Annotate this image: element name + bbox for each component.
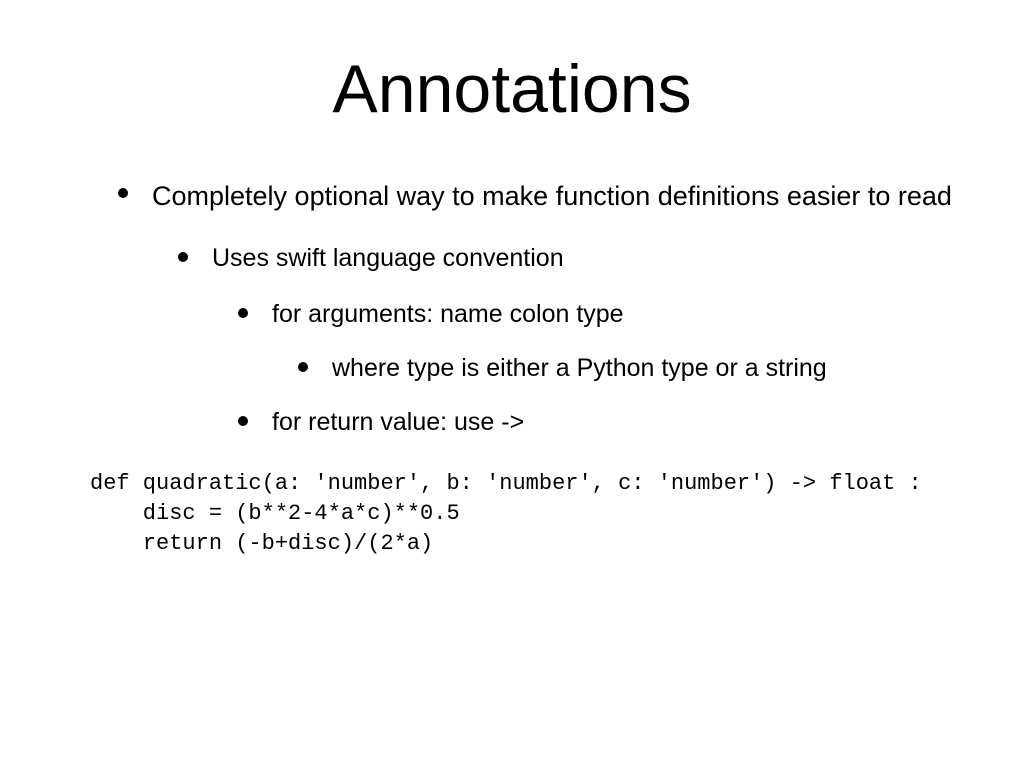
bullet-level-2: Uses swift language convention bbox=[60, 242, 964, 276]
bullet-level-1: Completely optional way to make function… bbox=[60, 178, 964, 214]
bullet-dot-icon bbox=[298, 362, 308, 372]
bullet-dot-icon bbox=[238, 308, 248, 318]
bullet-dot-icon bbox=[238, 416, 248, 426]
bullet-text: for arguments: name colon type bbox=[272, 298, 624, 332]
slide-container: Annotations Completely optional way to m… bbox=[0, 0, 1024, 768]
code-block: def quadratic(a: 'number', b: 'number', … bbox=[60, 469, 964, 558]
slide-title: Annotations bbox=[60, 50, 964, 128]
bullet-level-3: for return value: use -> bbox=[60, 406, 964, 440]
bullet-dot-icon bbox=[118, 188, 128, 198]
bullet-level-3: for arguments: name colon type bbox=[60, 298, 964, 332]
bullet-text: Uses swift language convention bbox=[212, 242, 564, 276]
bullet-level-4: where type is either a Python type or a … bbox=[60, 352, 964, 386]
bullet-text: for return value: use -> bbox=[272, 406, 524, 440]
bullet-text: where type is either a Python type or a … bbox=[332, 352, 827, 386]
bullet-text: Completely optional way to make function… bbox=[152, 178, 952, 214]
bullet-dot-icon bbox=[178, 252, 188, 262]
